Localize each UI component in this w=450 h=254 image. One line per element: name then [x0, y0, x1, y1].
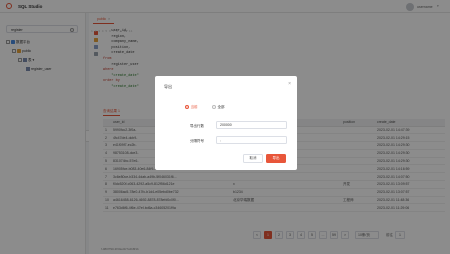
export-button[interactable]: 导出: [266, 154, 286, 163]
separator-label: 分隔符号: [190, 138, 204, 143]
separator-input[interactable]: ,: [216, 136, 287, 144]
export-dialog: 导出 × 当前 全部 导出行数 200000 分隔符号 , 取消 导出: [155, 76, 297, 170]
dialog-title: 导出: [164, 84, 172, 89]
export-rows-input[interactable]: 200000: [216, 121, 287, 129]
radio-unchecked-icon[interactable]: [212, 105, 216, 109]
radio-label: 全部: [217, 105, 225, 110]
export-rows-label: 导出行数: [190, 123, 204, 128]
radio-current[interactable]: 当前: [185, 105, 198, 110]
radio-all[interactable]: 全部: [212, 105, 225, 110]
close-icon[interactable]: ×: [288, 82, 291, 87]
radio-label: 当前: [190, 105, 198, 110]
radio-checked-icon[interactable]: [185, 105, 189, 109]
cancel-button[interactable]: 取消: [243, 154, 263, 163]
